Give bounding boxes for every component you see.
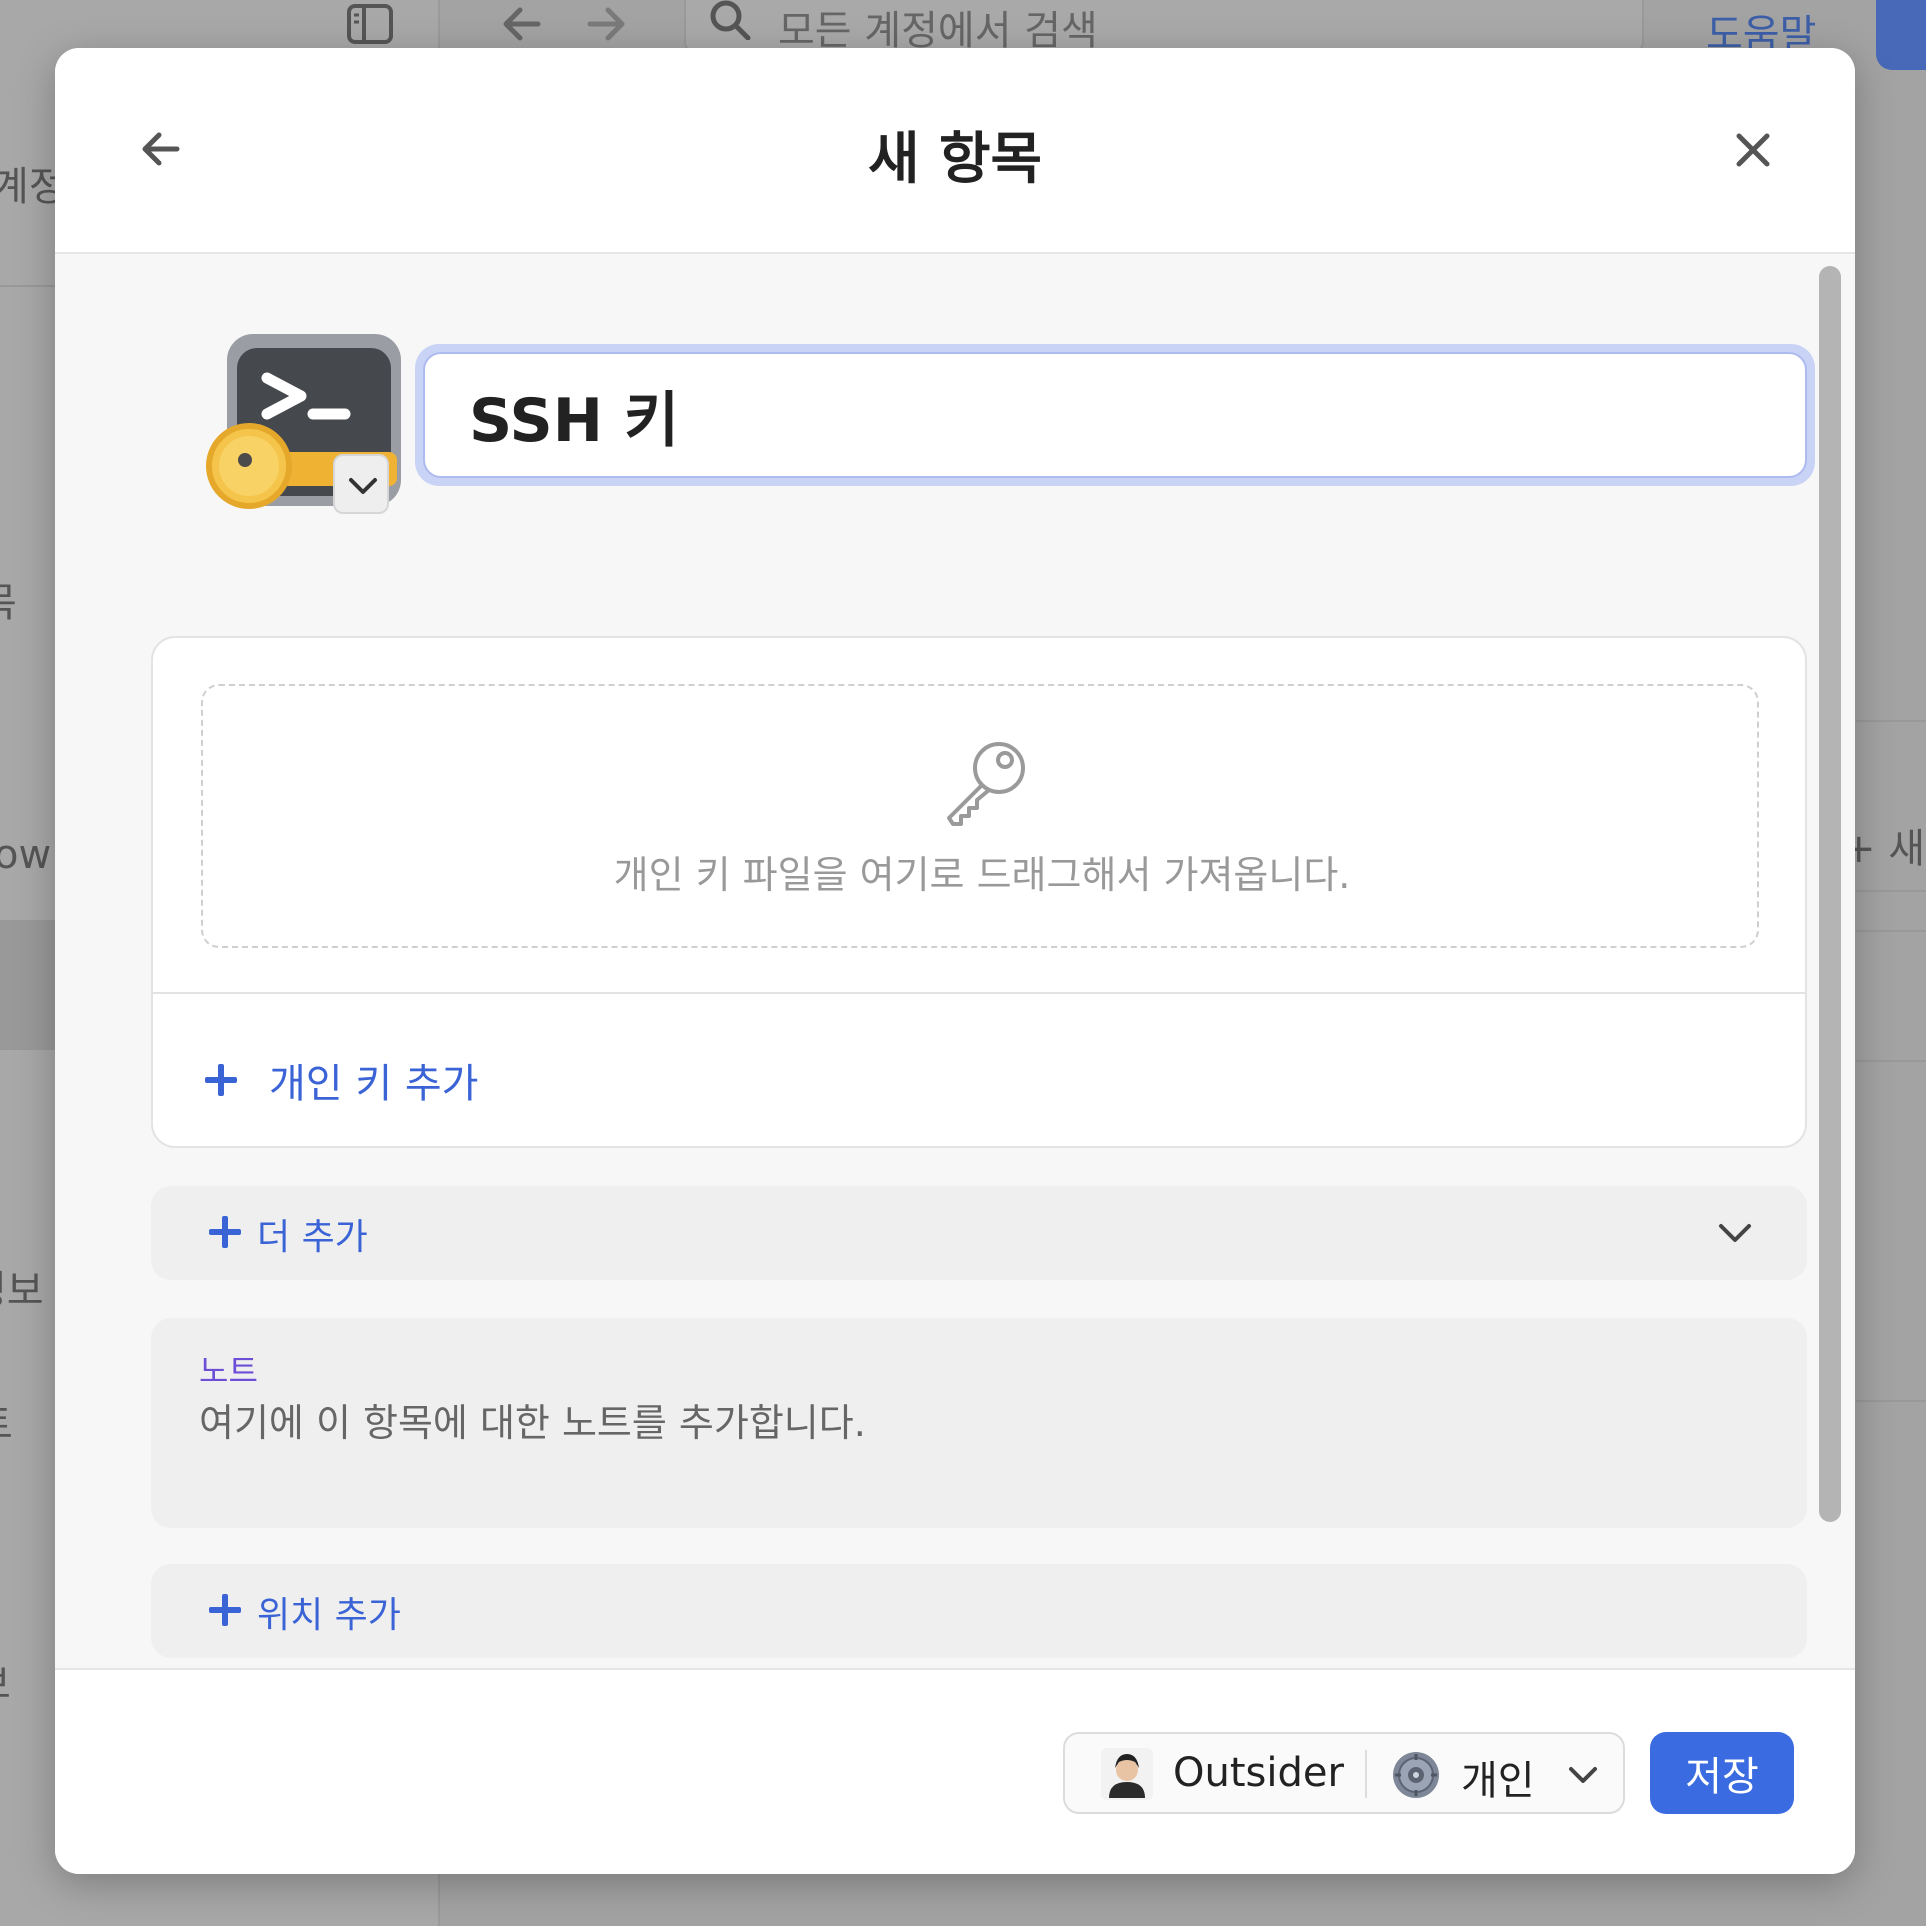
plus-icon [207,1214,243,1250]
sidebar-toggle-icon[interactable] [346,2,394,46]
chevron-down-icon [349,478,377,494]
plus-icon [203,1062,239,1098]
key-icon [947,742,1025,826]
chevron-down-icon [1719,1224,1751,1242]
chevron-down-icon [1569,1767,1597,1783]
vault-name: 개인 [1461,1758,1535,1804]
avatar [1101,1748,1153,1800]
add-private-key-button[interactable]: 개인 키 추가 [203,1050,478,1110]
bg-sidebar-fragment: 정보 [0,1268,44,1314]
dialog-title: 새 항목 [867,127,1043,192]
dropzone-text: 개인 키 파일을 여기로 드래그해서 가져옵니다. [613,853,1351,897]
vault-icon [1393,1752,1439,1798]
separator [1365,1750,1367,1798]
icon-dropdown-button[interactable] [333,454,389,514]
notes-label: 노트 [199,1352,258,1390]
add-more-button[interactable]: 더 추가 [151,1186,1807,1280]
plus-icon [207,1592,243,1628]
add-private-key-label: 개인 키 추가 [269,1061,479,1107]
add-more-label: 더 추가 [257,1217,368,1258]
search-bar[interactable]: 모든 계정에서 검색 [684,0,1644,54]
new-item-dialog: 새 항목 SSH 키 개인 키 파일을 여기로 드래그해서 가져옵니다. 개인 … [55,48,1855,1874]
save-button[interactable]: 저장 [1650,1732,1794,1814]
private-key-card: 개인 키 파일을 여기로 드래그해서 가져옵니다. 개인 키 추가 [151,636,1807,1148]
notes-field[interactable]: 노트 여기에 이 항목에 대한 노트를 추가합니다. [151,1318,1807,1528]
scrollbar[interactable] [1819,266,1841,1522]
notes-placeholder: 여기에 이 항목에 대한 노트를 추가합니다. [199,1401,866,1445]
close-icon[interactable] [1731,128,1775,172]
add-location-button[interactable]: 위치 추가 [151,1564,1807,1658]
add-location-label: 위치 추가 [257,1595,401,1636]
item-title-focus-ring [415,344,1815,486]
bg-sidebar-fragment: 트 [0,1392,13,1450]
forward-arrow-icon[interactable] [582,2,630,46]
vault-picker[interactable]: Outsider 개인 [1063,1732,1625,1814]
private-key-dropzone[interactable]: 개인 키 파일을 여기로 드래그해서 가져옵니다. [201,684,1759,948]
item-title-input[interactable] [423,352,1807,478]
dialog-header: 새 항목 [55,48,1855,254]
bg-sidebar-fragment: 목 [0,570,17,628]
new-item-button-bg[interactable] [1876,0,1926,70]
account-name: Outsider [1173,1750,1344,1796]
dialog-body: 개인 키 파일을 여기로 드래그해서 가져옵니다. 개인 키 추가 더 추가 노… [55,254,1855,1668]
ssh-key-terminal-icon[interactable] [205,330,441,522]
back-arrow-icon[interactable] [498,2,546,46]
divider [153,992,1805,994]
bg-sidebar-fragment: ow [0,832,52,878]
search-icon [710,0,751,40]
bg-sidebar-fragment: 보 [0,1652,11,1710]
dialog-footer: Outsider 개인 저장 [55,1668,1855,1874]
